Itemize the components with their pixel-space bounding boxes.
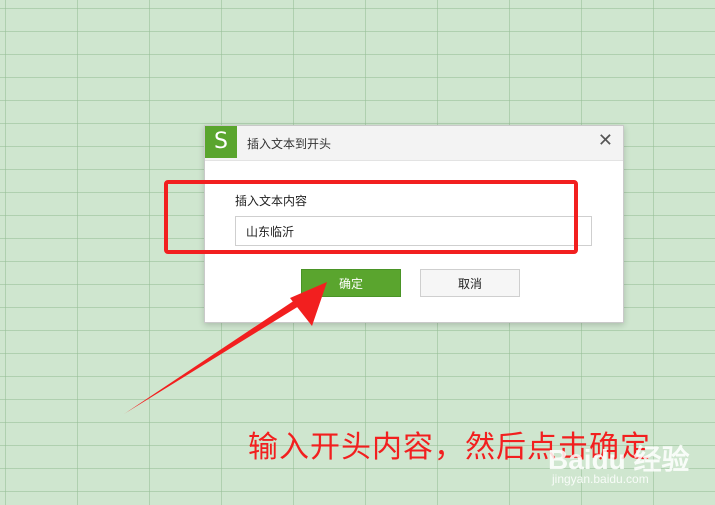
watermark-url: jingyan.baidu.com <box>552 472 649 486</box>
